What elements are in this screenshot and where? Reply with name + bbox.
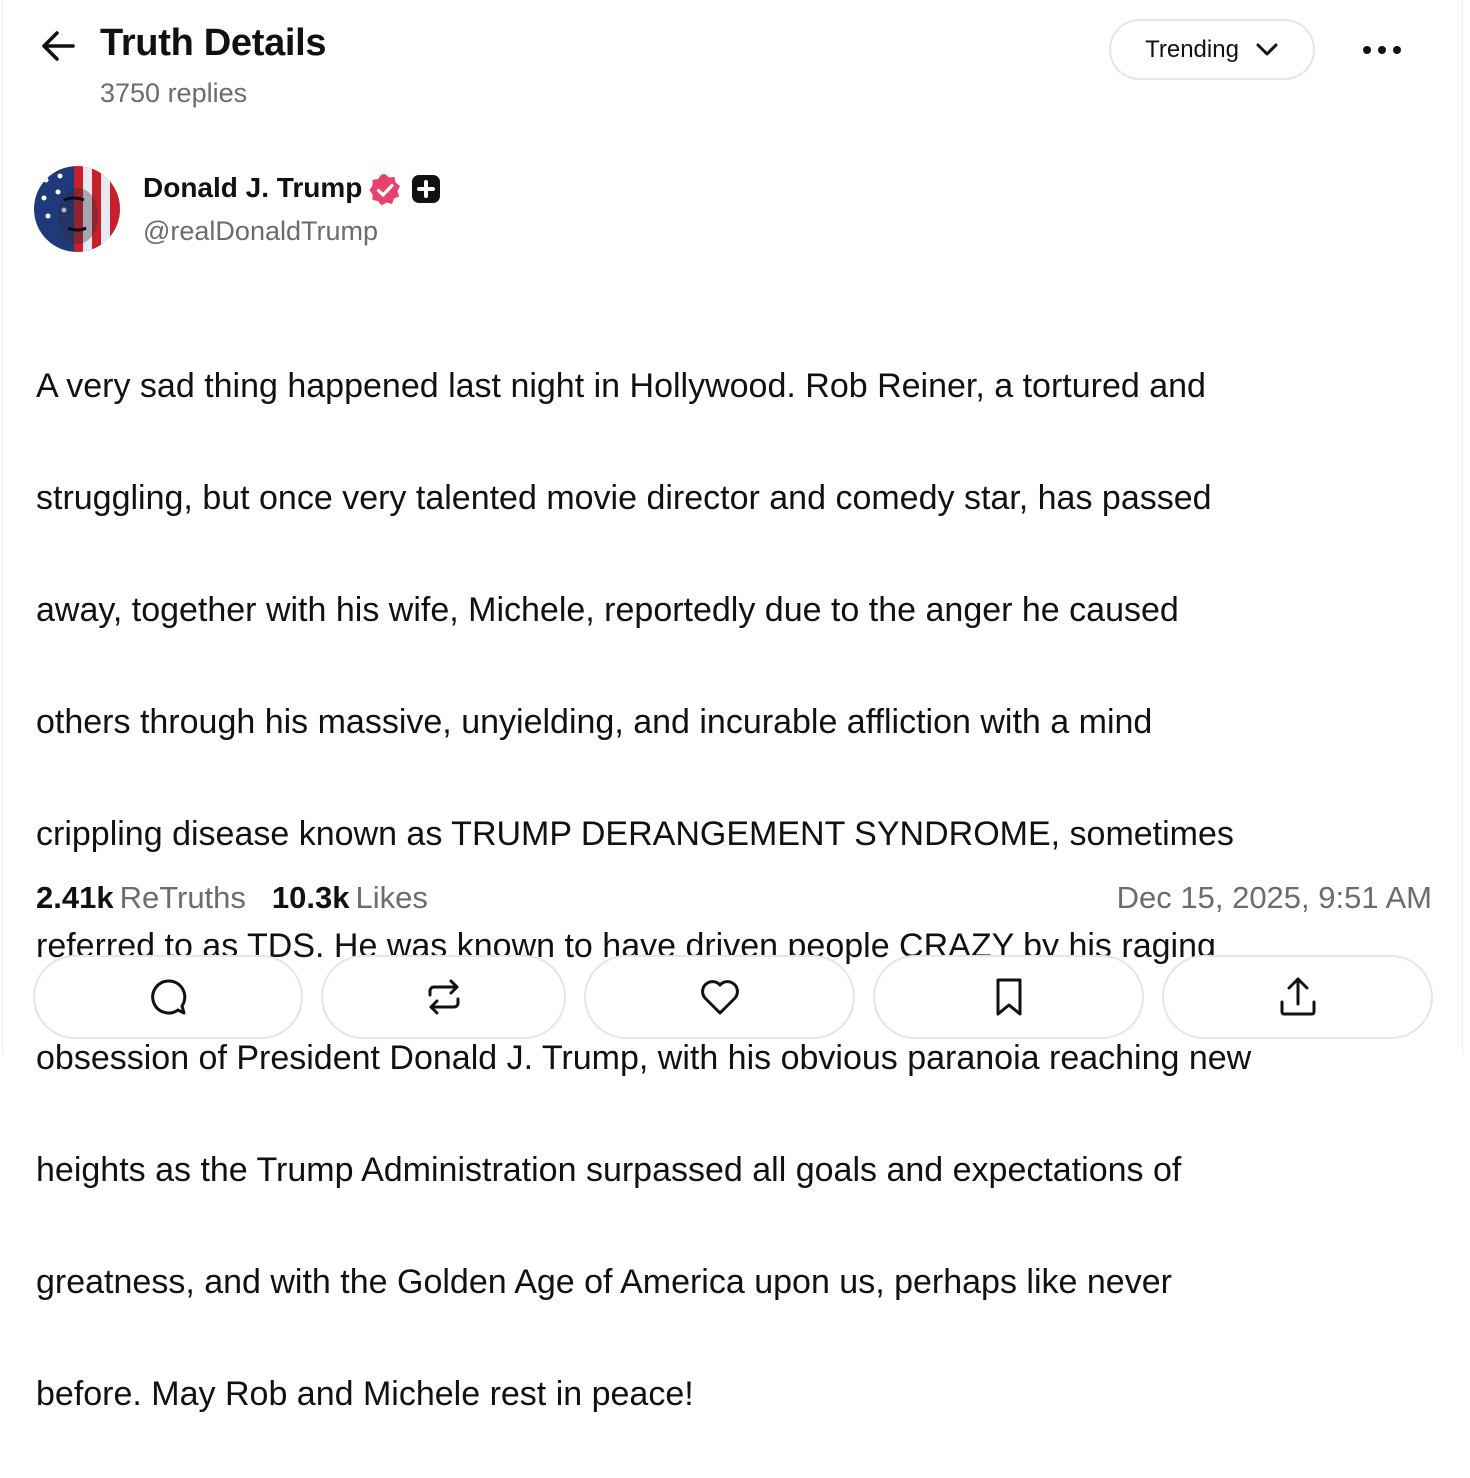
reply-count: 3750 replies xyxy=(100,78,248,108)
verified-icon xyxy=(369,174,400,206)
post-line: greatness, and with the Golden Age of Am… xyxy=(36,1263,1172,1301)
arrow-left-icon xyxy=(42,31,75,61)
retruth-icon xyxy=(428,979,459,1015)
more-horizontal-icon xyxy=(1363,46,1401,54)
post-line: struggling, but once very talented movie… xyxy=(36,479,1212,517)
post-timestamp: Dec 15, 2025, 9:51 AM xyxy=(1116,880,1432,915)
likes-label: Likes xyxy=(355,880,428,915)
retruths-count: 2.41k xyxy=(36,880,114,915)
post-line: heights as the Trump Administration surp… xyxy=(36,1151,1182,1189)
author-handle[interactable]: @realDonaldTrump xyxy=(143,216,378,247)
post-line: crippling disease known as TRUMP DERANGE… xyxy=(36,815,1234,853)
retruths-label: ReTruths xyxy=(119,880,246,915)
sort-label: Trending xyxy=(1145,35,1239,63)
share-icon xyxy=(1280,977,1315,1016)
like-button[interactable] xyxy=(584,955,855,1039)
like-heart-icon xyxy=(700,980,739,1015)
post-stats: 2.41k ReTruths 10.3k Likes xyxy=(36,880,428,916)
bookmark-icon xyxy=(996,978,1021,1016)
reply-icon xyxy=(151,979,187,1015)
back-button[interactable] xyxy=(38,28,78,64)
author-name[interactable]: Donald J. Trump xyxy=(143,172,362,204)
sort-dropdown[interactable]: Trending xyxy=(1109,19,1315,80)
page-title: Truth Details xyxy=(100,22,327,64)
likes-stat[interactable]: 10.3k Likes xyxy=(272,880,428,916)
plus-badge-icon xyxy=(412,175,440,203)
post-line: away, together with his wife, Michele, r… xyxy=(36,591,1179,629)
post-line: others through his massive, unyielding, … xyxy=(36,703,1153,741)
retruth-button[interactable] xyxy=(321,955,566,1039)
avatar[interactable] xyxy=(34,166,120,252)
chevron-down-icon xyxy=(1256,43,1278,55)
post-line: A very sad thing happened last night in … xyxy=(36,367,1206,405)
retruths-stat[interactable]: 2.41k ReTruths xyxy=(36,880,246,916)
reply-button[interactable] xyxy=(33,955,303,1039)
post-line: before. May Rob and Michele rest in peac… xyxy=(36,1375,694,1413)
bookmark-button[interactable] xyxy=(873,955,1144,1039)
likes-count: 10.3k xyxy=(271,880,350,915)
share-button[interactable] xyxy=(1162,955,1433,1039)
more-options-button[interactable] xyxy=(1356,30,1408,70)
